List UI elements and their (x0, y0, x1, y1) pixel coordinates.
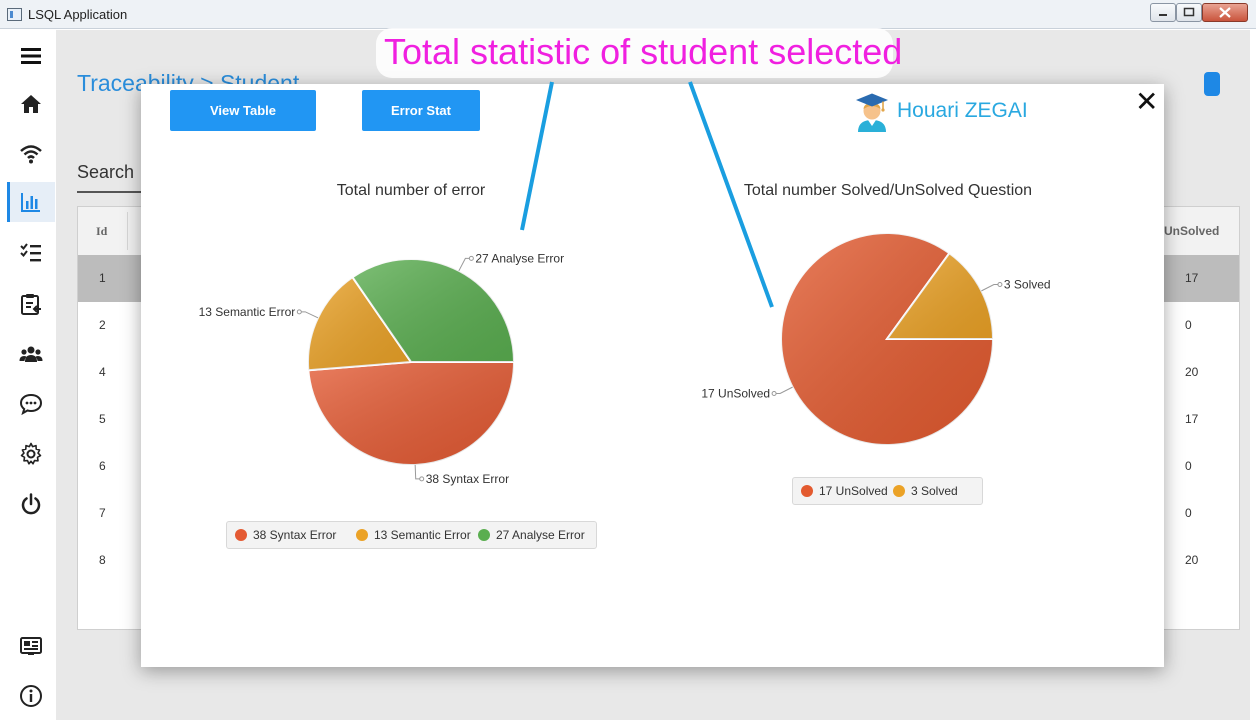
annotation-arrows (520, 81, 774, 308)
annotation-text: Total statistic of student selected (384, 31, 903, 72)
annotation-arrow-right (688, 81, 774, 308)
annotation-arrow-left (520, 81, 554, 231)
